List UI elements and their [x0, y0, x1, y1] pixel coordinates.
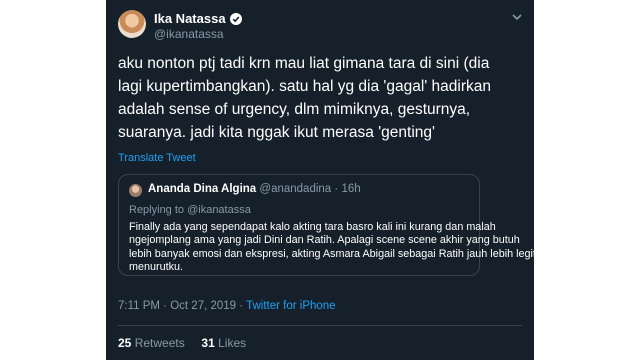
- tweet-time[interactable]: 7:11 PM: [118, 300, 160, 312]
- chevron-down-icon[interactable]: [510, 10, 524, 24]
- likes-count[interactable]: 31: [201, 336, 214, 350]
- tweet-text-line: lagi kupertimbangkan). satu hal yg dia '…: [118, 78, 491, 95]
- tweet-meta: 7:11 PM · Oct 27, 2019 · Twitter for iPh…: [118, 300, 336, 312]
- translate-tweet-link[interactable]: Translate Tweet: [118, 152, 196, 164]
- tweet-text-line: suaranya. jadi kita nggak ikut merasa 'g…: [118, 124, 435, 141]
- likes-label[interactable]: Likes: [218, 336, 246, 350]
- quoted-tweet[interactable]: Ananda Dina Algina @anandadina · 16h Rep…: [118, 174, 534, 276]
- divider: [118, 325, 522, 326]
- author-handle[interactable]: @ikanatassa: [154, 27, 224, 41]
- tweet-text-line: aku nonton ptj tadi krn mau liat gimana …: [118, 55, 490, 72]
- quoted-header: Ananda Dina Algina @anandadina · 16h: [148, 183, 361, 195]
- avatar[interactable]: [118, 10, 146, 38]
- tweet-stats: 25 Retweets 31 Likes: [118, 336, 246, 350]
- quoted-handle: @anandadina: [259, 183, 332, 195]
- quoted-avatar: [129, 184, 142, 197]
- retweets-count[interactable]: 25: [118, 336, 131, 350]
- quoted-text-line: lebih banyak emosi dan ekspresi, akting …: [129, 247, 534, 260]
- author-display-name[interactable]: Ika Natassa: [154, 11, 226, 26]
- quoted-text-line: Finally ada yang sependapat kalo akting …: [129, 221, 496, 233]
- author-name-row: Ika Natassa: [154, 11, 242, 26]
- quoted-display-name: Ananda Dina Algina: [148, 183, 257, 195]
- quoted-text-line: ngejomplang ama yang jadi Dini dan Ratih…: [129, 234, 520, 247]
- quoted-time: 16h: [341, 183, 361, 195]
- quoted-text-line: menurutku.: [129, 261, 184, 274]
- quoted-replying-to: Replying to @ikanatassa: [129, 204, 251, 216]
- tweet-source[interactable]: Twitter for iPhone: [246, 300, 335, 312]
- retweets-label[interactable]: Retweets: [135, 336, 185, 350]
- tweet-text-line: adalah sense of urgency, dlm mimiknya, g…: [118, 101, 471, 118]
- tweet-date[interactable]: Oct 27, 2019: [170, 300, 236, 312]
- tweet-text: aku nonton ptj tadi krn mau liat gimana …: [118, 52, 526, 144]
- tweet-card: Ika Natassa @ikanatassa aku nonton ptj t…: [106, 0, 534, 360]
- verified-badge-icon: [229, 12, 242, 25]
- quoted-text: Finally ada yang sependapat kalo akting …: [129, 221, 534, 275]
